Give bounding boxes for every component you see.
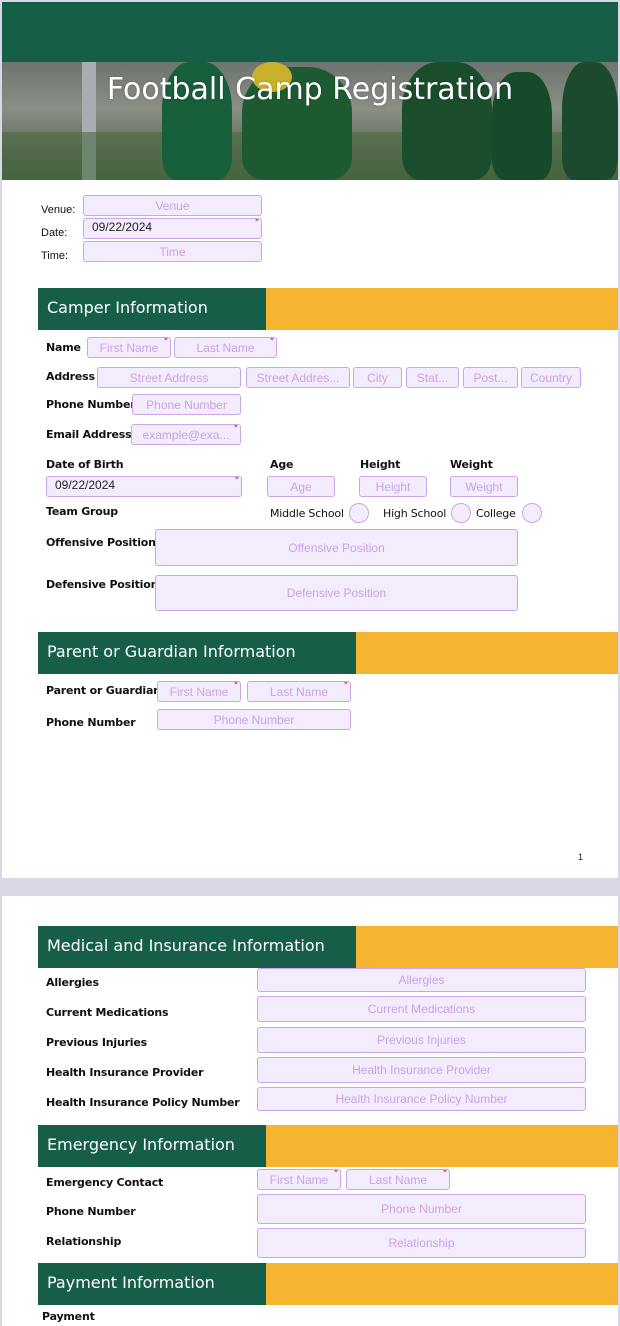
hero-banner-image: Football Camp Registration [2, 62, 618, 180]
time-label: Time: [41, 250, 69, 262]
required-marker: * [233, 681, 238, 691]
address-label: Address [46, 370, 95, 383]
section-title: Parent or Guardian Information [38, 632, 356, 674]
offensive-position-input[interactable]: Offensive Position [155, 529, 518, 566]
required-marker: * [269, 337, 274, 347]
defensive-position-input[interactable]: Defensive Position [155, 575, 518, 611]
venue-label: Venue: [41, 204, 76, 216]
country-input[interactable]: Country [521, 367, 581, 388]
date-input[interactable]: 09/22/2024 * [83, 218, 262, 239]
age-input[interactable]: Age [267, 476, 335, 497]
allergies-label: Allergies [46, 976, 99, 989]
emergency-last-name-input[interactable]: Last Name * [346, 1169, 450, 1190]
guardian-phone-input[interactable]: Phone Number [157, 709, 351, 730]
phone-label: Phone Number [46, 398, 136, 411]
allergies-input[interactable]: Allergies [257, 968, 586, 992]
guardian-phone-label: Phone Number [46, 716, 136, 729]
camper-last-name-input[interactable]: Last Name * [174, 337, 277, 358]
college-radio[interactable] [522, 503, 542, 523]
weight-label: Weight [450, 458, 493, 471]
section-accent-bar [266, 1125, 618, 1167]
guardian-first-name-input[interactable]: First Name * [157, 681, 241, 702]
required-marker: * [442, 1169, 447, 1179]
guardian-last-name-input[interactable]: Last Name * [247, 681, 351, 702]
section-accent-bar [266, 1263, 618, 1305]
current-medications-input[interactable]: Current Medications [257, 996, 586, 1022]
policy-number-input[interactable]: Health Insurance Policy Number [257, 1087, 586, 1111]
height-label: Height [360, 458, 401, 471]
street-address-2-input[interactable]: Street Addres... [246, 367, 350, 388]
time-input[interactable]: Time [83, 241, 262, 262]
venue-input[interactable]: Venue [83, 195, 262, 216]
middle-school-radio[interactable] [349, 503, 369, 523]
high-school-radio[interactable] [451, 503, 471, 523]
dob-input[interactable]: 09/22/2024 * [46, 476, 242, 497]
insurance-provider-input[interactable]: Health Insurance Provider [257, 1057, 586, 1083]
emergency-phone-input[interactable]: Phone Number [257, 1194, 586, 1224]
offensive-position-label: Offensive Position [46, 536, 156, 549]
required-marker: * [163, 337, 168, 347]
section-accent-bar [356, 926, 618, 968]
defensive-position-label: Defensive Position [46, 578, 159, 591]
emergency-phone-label: Phone Number [46, 1205, 136, 1218]
header-band [2, 2, 618, 62]
dob-label: Date of Birth [46, 458, 124, 471]
required-marker: * [234, 476, 239, 486]
weight-input[interactable]: Weight [450, 476, 518, 497]
city-input[interactable]: City [353, 367, 402, 388]
section-title: Emergency Information [38, 1125, 266, 1167]
payment-label: Payment [42, 1310, 95, 1323]
camper-email-input[interactable]: example@exa... * [131, 424, 241, 445]
date-label: Date: [41, 227, 68, 239]
previous-injuries-input[interactable]: Previous Injuries [257, 1027, 586, 1053]
required-marker: * [233, 424, 238, 434]
team-option-label: High School [383, 507, 447, 520]
camper-first-name-input[interactable]: First Name * [87, 337, 171, 358]
relationship-input[interactable]: Relationship [257, 1228, 586, 1258]
guardian-name-label: Parent or Guardian [46, 684, 161, 697]
current-medications-label: Current Medications [46, 1006, 169, 1019]
form-page-1: Football Camp Registration Venue: Venue … [2, 2, 618, 878]
state-input[interactable]: Stat... [406, 367, 459, 388]
emergency-contact-label: Emergency Contact [46, 1176, 164, 1189]
page-number: 1 [578, 852, 584, 862]
required-marker: * [254, 218, 259, 228]
emergency-first-name-input[interactable]: First Name * [257, 1169, 341, 1190]
required-marker: * [333, 1169, 338, 1179]
section-title: Payment Information [38, 1263, 266, 1305]
name-label: Name [46, 341, 81, 354]
previous-injuries-label: Previous Injuries [46, 1036, 147, 1049]
section-accent-bar [266, 288, 618, 330]
street-address-input[interactable]: Street Address [97, 367, 241, 388]
email-label: Email Address [46, 428, 132, 441]
required-marker: * [343, 681, 348, 691]
relationship-label: Relationship [46, 1235, 122, 1248]
age-label: Age [270, 458, 294, 471]
section-title: Camper Information [38, 288, 266, 330]
policy-number-label: Health Insurance Policy Number [46, 1096, 240, 1109]
team-option-label: Middle School [270, 507, 344, 520]
section-accent-bar [356, 632, 618, 674]
section-title: Medical and Insurance Information [38, 926, 356, 968]
height-input[interactable]: Height [359, 476, 427, 497]
insurance-provider-label: Health Insurance Provider [46, 1066, 204, 1079]
team-group-label: Team Group [46, 505, 118, 518]
postal-code-input[interactable]: Post... [463, 367, 518, 388]
form-page-2: Medical and Insurance Information Allerg… [2, 896, 618, 1326]
camper-phone-input[interactable]: Phone Number [132, 394, 241, 415]
form-title: Football Camp Registration [106, 72, 514, 107]
team-option-label: College [476, 507, 516, 520]
